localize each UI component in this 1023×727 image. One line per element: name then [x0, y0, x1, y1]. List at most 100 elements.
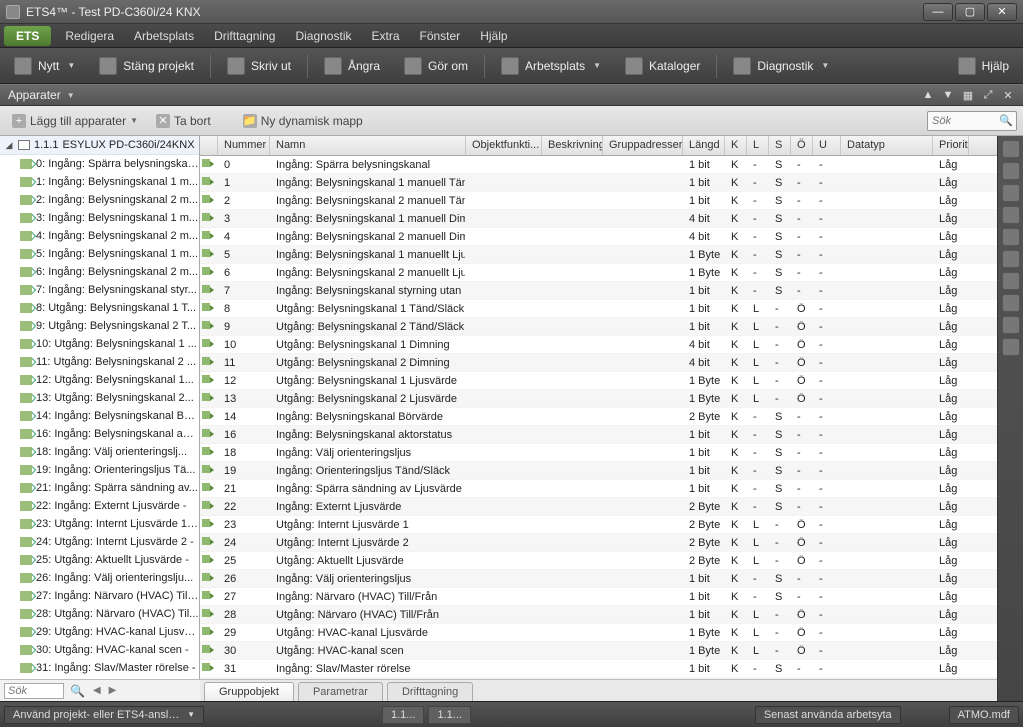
tree-item[interactable]: 26: Ingång: Välj orienteringslju... — [0, 569, 199, 587]
col-gruppadresser[interactable]: Gruppadresser — [603, 136, 683, 155]
side-check-icon[interactable] — [1002, 250, 1020, 268]
table-row[interactable]: 24Utgång: Internt Ljusvärde 22 ByteKL-Ö-… — [200, 534, 997, 552]
table-row[interactable]: 11Utgång: Belysningskanal 2 Dimning4 bit… — [200, 354, 997, 372]
menu-fonster[interactable]: Fönster — [410, 26, 471, 46]
tree-item[interactable]: 4: Ingång: Belysningskanal 2 m... — [0, 227, 199, 245]
panel-caret-icon[interactable]: ▼ — [67, 91, 75, 100]
grid-body[interactable]: 0Ingång: Spärra belysningskanal1 bitK-S-… — [200, 156, 997, 679]
panel-expand-icon[interactable]: ⤢ — [981, 88, 995, 102]
tree-item[interactable]: 10: Utgång: Belysningskanal 1 ... — [0, 335, 199, 353]
table-row[interactable]: 21Ingång: Spärra sändning av Ljusvärde1 … — [200, 480, 997, 498]
add-devices-button[interactable]: +Lägg till apparater▼ — [6, 111, 144, 131]
tree-item[interactable]: 2: Ingång: Belysningskanal 2 m... — [0, 191, 199, 209]
delete-button[interactable]: ✕Ta bort — [150, 111, 217, 131]
toolbar-hjalp[interactable]: Hjälp — [950, 53, 1017, 79]
table-row[interactable]: 27Ingång: Närvaro (HVAC) Till/Från1 bitK… — [200, 588, 997, 606]
toolbar-skriv[interactable]: Skriv ut — [219, 53, 299, 79]
menu-extra[interactable]: Extra — [361, 26, 409, 46]
col-o[interactable]: Ö — [791, 136, 813, 155]
table-row[interactable]: 10Utgång: Belysningskanal 1 Dimning4 bit… — [200, 336, 997, 354]
col-beskrivning[interactable]: Beskrivning — [542, 136, 603, 155]
status-left[interactable]: Använd projekt- eller ETS4-anslutni...▼ — [4, 706, 204, 724]
minimize-button[interactable]: — — [923, 3, 953, 21]
table-row[interactable]: 6Ingång: Belysningskanal 2 manuellt Ljus… — [200, 264, 997, 282]
tree-item[interactable]: 23: Utgång: Internt Ljusvärde 1 ... — [0, 515, 199, 533]
panel-down-icon[interactable]: ▼ — [941, 88, 955, 102]
col-l[interactable]: L — [747, 136, 769, 155]
new-dynamic-folder-button[interactable]: 📁Ny dynamisk mapp — [237, 111, 369, 131]
table-row[interactable]: 19Ingång: Orienteringsljus Tänd/Släck1 b… — [200, 462, 997, 480]
table-row[interactable]: 22Ingång: Externt Ljusvärde2 ByteK-S--Lå… — [200, 498, 997, 516]
tree-item[interactable]: 24: Utgång: Internt Ljusvärde 2 - — [0, 533, 199, 551]
tab-gruppobjekt[interactable]: Gruppobjekt — [204, 682, 294, 701]
toolbar-arbetsplats[interactable]: Arbetsplats▼ — [493, 53, 609, 79]
col-u[interactable]: U — [813, 136, 841, 155]
panel-close-icon[interactable]: ✕ — [1001, 88, 1015, 102]
toolbar-nytt[interactable]: Nytt▼ — [6, 53, 83, 79]
tree-item[interactable]: 11: Utgång: Belysningskanal 2 ... — [0, 353, 199, 371]
maximize-button[interactable]: ▢ — [955, 3, 985, 21]
tree-item[interactable]: 25: Utgång: Aktuellt Ljusvärde - — [0, 551, 199, 569]
toolbar-gorom[interactable]: Gör om — [396, 53, 476, 79]
toolbar-stang[interactable]: Stäng projekt — [91, 53, 202, 79]
search-icon[interactable]: 🔍 — [999, 114, 1013, 127]
status-center[interactable]: Senast använda arbetsyta — [755, 706, 901, 724]
tree-search-input[interactable] — [4, 683, 64, 699]
tree-item[interactable]: 9: Utgång: Belysningskanal 2 T... — [0, 317, 199, 335]
col-objekt[interactable]: Objektfunkti... — [466, 136, 542, 155]
table-row[interactable]: 7Ingång: Belysningskanal styrning utan n… — [200, 282, 997, 300]
menu-hjalp[interactable]: Hjälp — [470, 26, 517, 46]
table-row[interactable]: 26Ingång: Välj orienteringsljus1 bitK-S-… — [200, 570, 997, 588]
tree-root[interactable]: ◢ 1.1.1 ESYLUX PD-C360i/24KNX — [0, 136, 199, 155]
tree-item[interactable]: 0: Ingång: Spärra belysningskal... — [0, 155, 199, 173]
table-row[interactable]: 8Utgång: Belysningskanal 1 Tänd/Släck1 b… — [200, 300, 997, 318]
col-k[interactable]: K — [725, 136, 747, 155]
tree-item[interactable]: 8: Utgång: Belysningskanal 1 T... — [0, 299, 199, 317]
table-row[interactable]: 14Ingång: Belysningskanal Börvärde2 Byte… — [200, 408, 997, 426]
tree-item[interactable]: 27: Ingång: Närvaro (HVAC) Till... — [0, 587, 199, 605]
tree-item[interactable]: 21: Ingång: Spärra sändning av... — [0, 479, 199, 497]
tree-item[interactable]: 1: Ingång: Belysningskanal 1 m... — [0, 173, 199, 191]
col-langd[interactable]: Längd — [683, 136, 725, 155]
side-workspace-icon[interactable] — [1002, 228, 1020, 246]
tree-item[interactable]: 31: Ingång: Slav/Master rörelse - — [0, 659, 199, 677]
col-prioritet[interactable]: Priorit — [933, 136, 969, 155]
tree-pane[interactable]: ◢ 1.1.1 ESYLUX PD-C360i/24KNX 0: Ingång:… — [0, 136, 200, 679]
toolbar-angra[interactable]: Ångra — [316, 53, 388, 79]
toolbar-kataloger[interactable]: Kataloger — [617, 53, 708, 79]
tree-item[interactable]: 30: Utgång: HVAC-kanal scen - — [0, 641, 199, 659]
tree-item[interactable]: 3: Ingång: Belysningskanal 1 m... — [0, 209, 199, 227]
side-history-icon[interactable] — [1002, 316, 1020, 334]
table-row[interactable]: 9Utgång: Belysningskanal 2 Tänd/Släck1 b… — [200, 318, 997, 336]
tree-item[interactable]: 28: Utgång: Närvaro (HVAC) Til... — [0, 605, 199, 623]
table-row[interactable]: 1Ingång: Belysningskanal 1 manuell Tänd/… — [200, 174, 997, 192]
col-s[interactable]: S — [769, 136, 791, 155]
tree-item[interactable]: 6: Ingång: Belysningskanal 2 m... — [0, 263, 199, 281]
menu-arbetsplats[interactable]: Arbetsplats — [124, 26, 204, 46]
col-nummer[interactable]: Nummer ▲ — [218, 136, 270, 155]
tree-item[interactable]: 29: Utgång: HVAC-kanal Ljusvä... — [0, 623, 199, 641]
side-refresh-icon[interactable] — [1002, 338, 1020, 356]
table-row[interactable]: 31Ingång: Slav/Master rörelse1 bitK-S--L… — [200, 660, 997, 678]
table-row[interactable]: 3Ingång: Belysningskanal 1 manuell Dimni… — [200, 210, 997, 228]
tree-item[interactable]: 16: Ingång: Belysningskanal akt... — [0, 425, 199, 443]
table-row[interactable]: 16Ingång: Belysningskanal aktorstatus1 b… — [200, 426, 997, 444]
tree-prev-icon[interactable]: ◀ — [93, 685, 101, 696]
menu-redigera[interactable]: Redigera — [55, 26, 124, 46]
table-row[interactable]: 23Utgång: Internt Ljusvärde 12 ByteKL-Ö-… — [200, 516, 997, 534]
tree-item[interactable]: 18: Ingång: Välj orienteringslj... — [0, 443, 199, 461]
status-right[interactable]: ATMO.mdf — [949, 706, 1019, 724]
panel-title[interactable]: Apparater — [8, 88, 61, 102]
table-row[interactable]: 4Ingång: Belysningskanal 2 manuell Dimni… — [200, 228, 997, 246]
table-row[interactable]: 18Ingång: Välj orienteringsljus1 bitK-S-… — [200, 444, 997, 462]
status-crumb-2[interactable]: 1.1... — [428, 706, 470, 724]
tree-item[interactable]: 22: Ingång: Externt Ljusvärde - — [0, 497, 199, 515]
side-folder-icon[interactable] — [1002, 184, 1020, 202]
toolbar-diagnostik[interactable]: Diagnostik▼ — [725, 53, 837, 79]
table-row[interactable]: 5Ingång: Belysningskanal 1 manuellt Ljus… — [200, 246, 997, 264]
tab-parametrar[interactable]: Parametrar — [298, 682, 383, 701]
menu-diagnostik[interactable]: Diagnostik — [285, 26, 361, 46]
status-crumb-1[interactable]: 1.1... — [382, 706, 424, 724]
table-row[interactable]: 2Ingång: Belysningskanal 2 manuell Tänd/… — [200, 192, 997, 210]
table-row[interactable]: 28Utgång: Närvaro (HVAC) Till/Från1 bitK… — [200, 606, 997, 624]
